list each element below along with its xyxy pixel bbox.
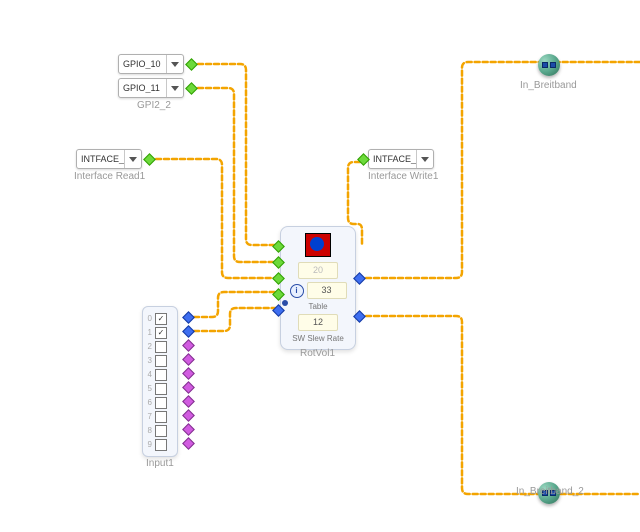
output-pin[interactable] bbox=[182, 395, 195, 408]
rotvol-table-label: Table bbox=[308, 302, 327, 311]
rotvol-block[interactable]: 20 i 33 Table 12 SW Slew Rate bbox=[280, 226, 356, 350]
output-pin[interactable] bbox=[182, 339, 195, 352]
rotvol-slew-label: SW Slew Rate bbox=[292, 334, 344, 343]
input-checkbox[interactable] bbox=[155, 397, 167, 409]
gpio-select-1-value: GPIO_11 bbox=[119, 83, 166, 93]
gpio-select-0-value: GPIO_10 bbox=[119, 59, 166, 69]
gpio-select-1[interactable]: GPIO_11 bbox=[118, 78, 184, 98]
input-checkbox[interactable] bbox=[155, 439, 167, 451]
gpi-block-label: GPI2_2 bbox=[137, 100, 171, 111]
interface-write-label: Interface Write1 bbox=[368, 171, 438, 182]
gpio-select-0[interactable]: GPIO_10 bbox=[118, 54, 184, 74]
interface-read-label: Interface Read1 bbox=[74, 171, 145, 182]
input-row: 0✓ bbox=[147, 312, 173, 325]
output-pin[interactable] bbox=[182, 381, 195, 394]
input-row-index: 1 bbox=[147, 328, 152, 337]
chevron-down-icon bbox=[166, 79, 183, 97]
input-row-index: 7 bbox=[147, 412, 152, 421]
rotvol-field-2[interactable]: 33 bbox=[307, 282, 347, 299]
rotary-encoder-icon bbox=[305, 233, 331, 257]
output-pin[interactable] bbox=[182, 367, 195, 380]
rotvol-block-label: RotVol1 bbox=[300, 348, 335, 359]
rotvol-field-1[interactable]: 20 bbox=[298, 262, 338, 279]
interface-read-value: INTFACE_0 bbox=[77, 154, 124, 164]
output-pin[interactable] bbox=[182, 437, 195, 450]
interface-write-select[interactable]: INTFACE_0 bbox=[368, 149, 434, 169]
input-row-index: 3 bbox=[147, 356, 152, 365]
output-pin[interactable] bbox=[182, 325, 195, 338]
output-pin[interactable] bbox=[182, 311, 195, 324]
input-checkbox[interactable] bbox=[155, 383, 167, 395]
input-checkbox[interactable] bbox=[155, 355, 167, 367]
input-checkbox[interactable] bbox=[155, 425, 167, 437]
rotvol-field-4[interactable]: 12 bbox=[298, 314, 338, 331]
input-checkbox[interactable] bbox=[155, 341, 167, 353]
output-pin[interactable] bbox=[182, 423, 195, 436]
input-row-index: 8 bbox=[147, 426, 152, 435]
input-row-index: 5 bbox=[147, 384, 152, 393]
input-row: 2 bbox=[147, 340, 173, 353]
input-row: 6 bbox=[147, 396, 173, 409]
external-port-label-2: In_Breitband_2 bbox=[516, 486, 584, 497]
input-checkbox[interactable]: ✓ bbox=[155, 327, 167, 339]
input-checkbox[interactable] bbox=[155, 411, 167, 423]
chevron-down-icon bbox=[166, 55, 183, 73]
input-row: 8 bbox=[147, 424, 173, 437]
chevron-down-icon bbox=[124, 150, 141, 168]
chevron-down-icon bbox=[416, 150, 433, 168]
input-row: 4 bbox=[147, 368, 173, 381]
interface-write-value: INTFACE_0 bbox=[369, 154, 416, 164]
input-block-label: Input1 bbox=[146, 458, 174, 469]
input-block[interactable]: 0✓1✓23456789 bbox=[142, 306, 178, 457]
input-row: 3 bbox=[147, 354, 173, 367]
input-row-index: 2 bbox=[147, 342, 152, 351]
external-port-icon[interactable] bbox=[538, 54, 560, 76]
input-row: 1✓ bbox=[147, 326, 173, 339]
input-row-index: 4 bbox=[147, 370, 152, 379]
output-pin[interactable] bbox=[143, 153, 156, 166]
input-checkbox[interactable] bbox=[155, 369, 167, 381]
output-pin[interactable] bbox=[182, 409, 195, 422]
output-pin[interactable] bbox=[182, 353, 195, 366]
input-row-index: 6 bbox=[147, 398, 152, 407]
input-row: 5 bbox=[147, 382, 173, 395]
external-port-label-1: In_Breitband bbox=[520, 80, 577, 91]
input-row: 9 bbox=[147, 438, 173, 451]
output-pin[interactable] bbox=[185, 82, 198, 95]
info-icon[interactable]: i bbox=[290, 284, 304, 298]
input-row: 7 bbox=[147, 410, 173, 423]
dot-marker bbox=[282, 300, 288, 306]
output-pin[interactable] bbox=[185, 58, 198, 71]
input-row-index: 0 bbox=[147, 314, 152, 323]
interface-read-select[interactable]: INTFACE_0 bbox=[76, 149, 142, 169]
input-checkbox[interactable]: ✓ bbox=[155, 313, 167, 325]
input-row-index: 9 bbox=[147, 440, 152, 449]
